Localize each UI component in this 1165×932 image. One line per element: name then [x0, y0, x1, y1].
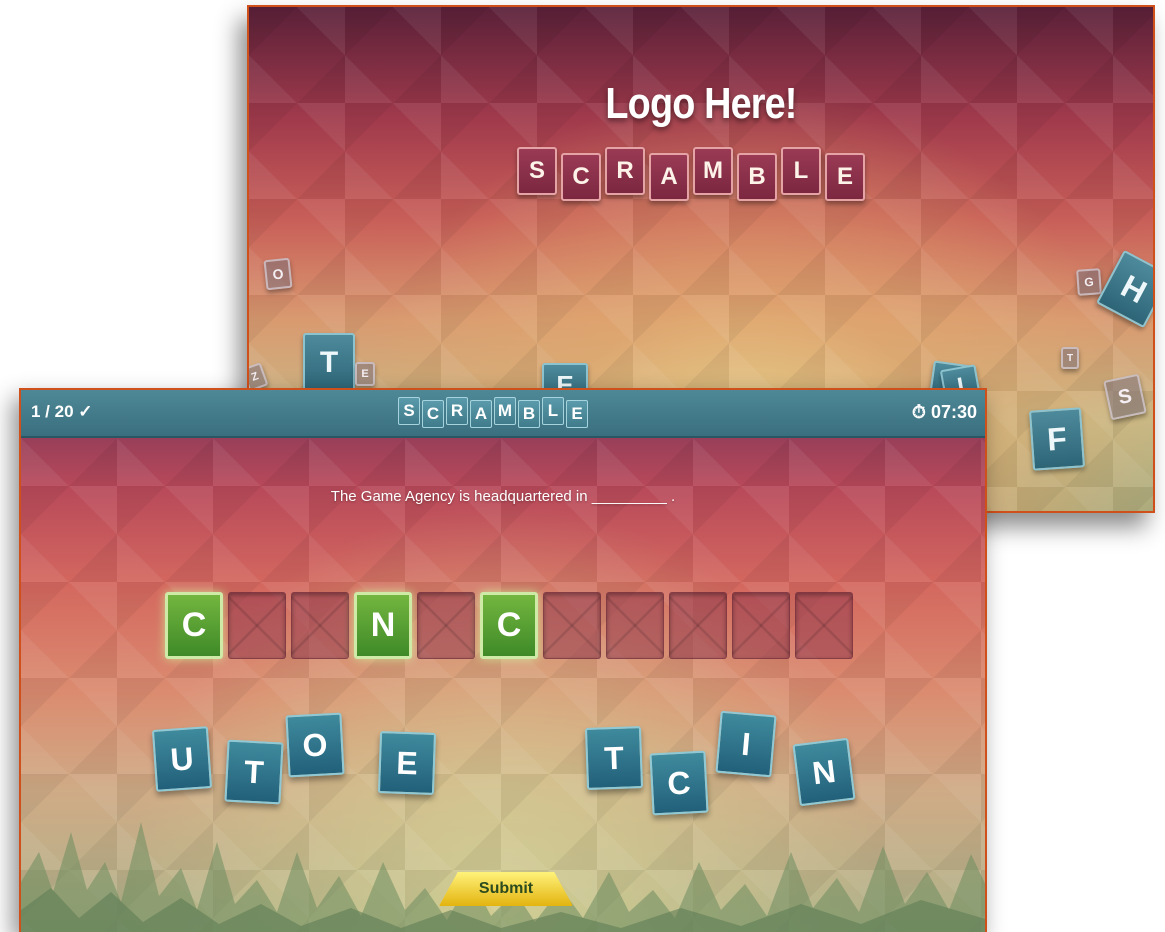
- countdown-timer: ⏱ 07:30: [911, 402, 977, 422]
- question-progress: 1 / 20 ✓: [31, 402, 93, 421]
- title-tile: M: [693, 147, 733, 195]
- floating-letter-tile: E: [355, 362, 375, 386]
- answer-slot[interactable]: [732, 592, 790, 659]
- top-bar: 1 / 20 ✓ S C R A M B L E ⏱ 07:30: [21, 390, 985, 438]
- floating-letter-tile: S: [1103, 373, 1147, 421]
- letter-tile[interactable]: C: [649, 750, 709, 816]
- floating-letter-tile: H: [1096, 249, 1153, 329]
- logo-tile: M: [494, 397, 516, 425]
- triangle-pattern-background: [21, 390, 985, 932]
- answer-slot[interactable]: [669, 592, 727, 659]
- answer-slot[interactable]: N: [354, 592, 412, 659]
- letter-tile[interactable]: T: [224, 739, 284, 805]
- letter-tile[interactable]: I: [715, 710, 777, 778]
- title-tile: C: [561, 153, 601, 201]
- title-tile: S: [517, 147, 557, 195]
- answer-slots: C N C: [165, 592, 853, 659]
- letter-tile[interactable]: O: [285, 712, 345, 778]
- logo-tile: R: [446, 397, 468, 425]
- letter-tile[interactable]: U: [151, 726, 213, 792]
- logo-tile: S: [398, 397, 420, 425]
- answer-slot[interactable]: [417, 592, 475, 659]
- submit-button[interactable]: Submit: [439, 872, 573, 906]
- logo-tile: E: [566, 400, 588, 428]
- question-text: The Game Agency is headquartered in ____…: [330, 488, 676, 505]
- answer-slot[interactable]: [543, 592, 601, 659]
- logo-tile: B: [518, 400, 540, 428]
- title-tile: E: [825, 153, 865, 201]
- forest-silhouette: [21, 822, 985, 932]
- floating-letter-tile: O: [263, 257, 293, 291]
- logo-tile: C: [422, 400, 444, 428]
- title-tile: L: [781, 147, 821, 195]
- logo-tile: A: [470, 400, 492, 428]
- answer-slot[interactable]: [228, 592, 286, 659]
- title-tile: A: [649, 153, 689, 201]
- answer-slot[interactable]: [795, 592, 853, 659]
- scramble-logo-tiles: S C R A M B L E: [398, 397, 588, 428]
- floating-letter-tile: G: [1076, 268, 1102, 296]
- letter-tile[interactable]: T: [584, 726, 644, 790]
- answer-slot[interactable]: [291, 592, 349, 659]
- answer-slot[interactable]: [606, 592, 664, 659]
- logo-placeholder: Logo Here!: [605, 79, 797, 128]
- title-tile: R: [605, 147, 645, 195]
- answer-slot[interactable]: C: [165, 592, 223, 659]
- answer-slot[interactable]: C: [480, 592, 538, 659]
- floating-letter-tile: T: [303, 333, 355, 393]
- scramble-title-tiles: S C R A M B L E: [517, 147, 865, 201]
- logo-tile: L: [542, 397, 564, 425]
- letter-tile[interactable]: E: [377, 731, 437, 795]
- game-screen: 1 / 20 ✓ S C R A M B L E ⏱ 07:30 The Gam…: [19, 388, 987, 932]
- floating-letter-tile: F: [1028, 407, 1086, 471]
- submit-button-label: Submit: [478, 880, 534, 897]
- title-tile: B: [737, 153, 777, 201]
- floating-letter-tile: T: [1061, 347, 1079, 369]
- letter-tile[interactable]: N: [792, 737, 856, 807]
